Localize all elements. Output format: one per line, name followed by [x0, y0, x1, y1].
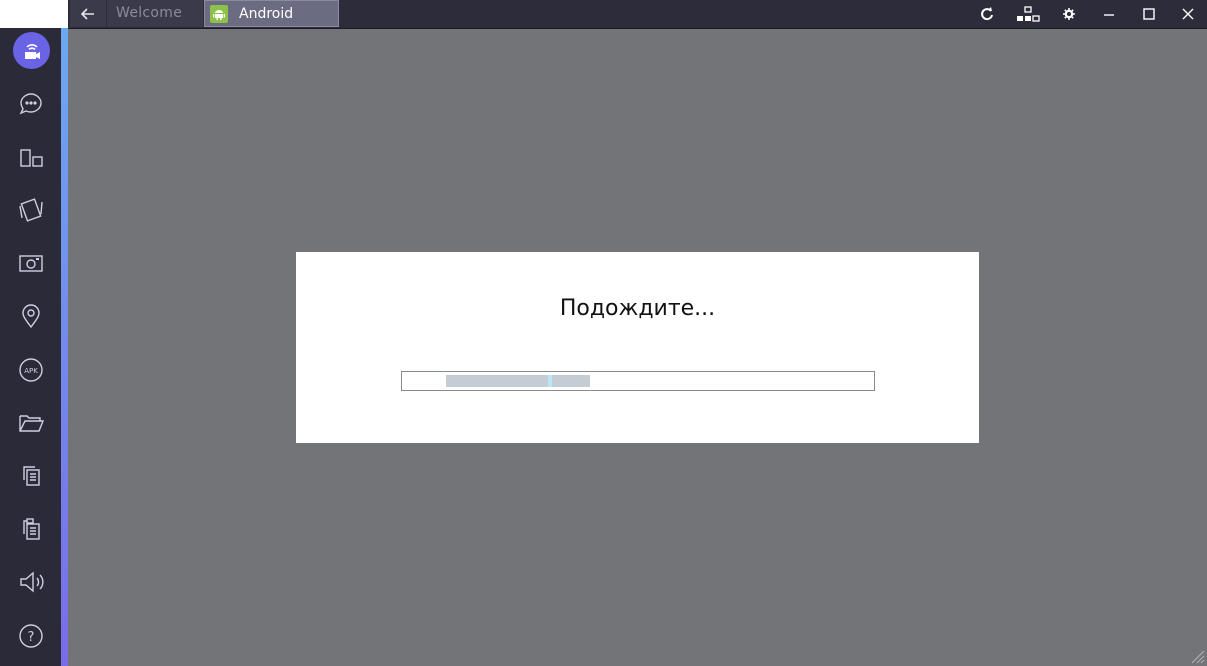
- help-label: ?: [28, 630, 35, 645]
- dialog-title: Подождите...: [559, 296, 716, 321]
- android-icon: [210, 5, 228, 23]
- multi-window-icon: [20, 149, 43, 167]
- close-icon: [1182, 8, 1194, 19]
- sidebar-item-copy[interactable]: [10, 456, 52, 496]
- volume-icon: [20, 571, 44, 593]
- progress-fill: [446, 375, 548, 387]
- sidebar-item-paste[interactable]: [10, 509, 52, 549]
- tab-welcome-label: Welcome: [116, 5, 183, 21]
- rotate-icon: [981, 6, 993, 20]
- tab-android[interactable]: Android: [204, 0, 339, 27]
- back-arrow-icon: [81, 7, 94, 20]
- minimize-icon: [1104, 13, 1114, 16]
- apk-icon: APK: [19, 358, 43, 382]
- paste-icon: [23, 518, 40, 540]
- sidebar-item-multi-window[interactable]: [10, 138, 52, 178]
- multi-instance-button[interactable]: [1010, 0, 1046, 27]
- tab-android-label: Android: [239, 6, 294, 22]
- minimize-button[interactable]: [1091, 0, 1127, 27]
- rotate-button[interactable]: [969, 0, 1005, 27]
- sidebar-item-shake[interactable]: [10, 190, 52, 230]
- sidebar-item-volume[interactable]: [10, 562, 52, 602]
- screenshot-camera-icon: [19, 255, 43, 272]
- progress-fill-tail: [552, 375, 590, 387]
- shake-icon: [19, 198, 43, 222]
- sidebar-accent-stripe: [61, 28, 68, 666]
- sidebar-item-help[interactable]: ?: [10, 616, 52, 656]
- copy-icon: [23, 466, 40, 486]
- resize-grip-icon[interactable]: [1189, 648, 1205, 664]
- maximize-icon: [1143, 7, 1155, 20]
- multi-instance-icon: [1017, 5, 1040, 22]
- location-icon: [22, 304, 40, 329]
- close-button[interactable]: [1170, 0, 1206, 27]
- progress-bar: [401, 371, 875, 391]
- window-corner: [0, 0, 68, 28]
- settings-button[interactable]: [1051, 0, 1087, 27]
- sidebar-item-screenshot[interactable]: [10, 243, 52, 283]
- apk-label: APK: [24, 367, 38, 375]
- maximize-button[interactable]: [1131, 0, 1167, 27]
- back-button[interactable]: [70, 0, 106, 27]
- loading-dialog: Подождите...: [296, 252, 979, 443]
- help-icon: ?: [19, 624, 43, 648]
- gear-icon: [1063, 7, 1075, 20]
- sidebar-item-broadcast[interactable]: [13, 32, 50, 69]
- chat-icon: [19, 93, 42, 115]
- sidebar-item-folder[interactable]: [10, 403, 52, 443]
- sidebar-item-location[interactable]: [10, 296, 52, 336]
- folder-icon: [19, 415, 45, 432]
- broadcast-camera-icon: [24, 43, 40, 59]
- sidebar-item-apk[interactable]: APK: [10, 350, 52, 390]
- tab-welcome[interactable]: Welcome: [107, 0, 203, 27]
- sidebar-item-chat[interactable]: [10, 84, 52, 124]
